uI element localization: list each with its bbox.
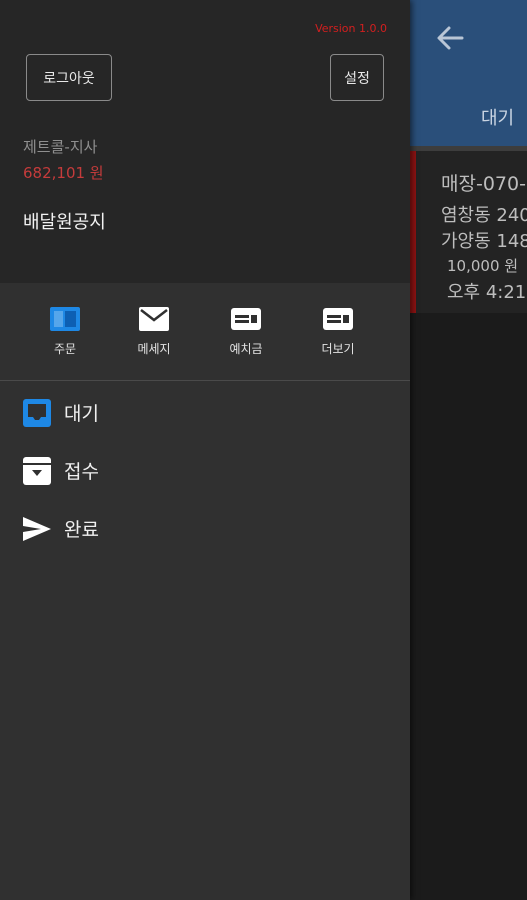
menu-item-label: 완료 [64, 519, 99, 541]
quick-action-label: 주문 [53, 342, 77, 356]
quick-action-order[interactable]: 주문 [20, 283, 110, 380]
inbox-icon [23, 399, 51, 427]
quick-action-more[interactable]: 더보기 [293, 283, 383, 380]
order-title: 매장-070- [441, 173, 526, 195]
back-arrow-icon[interactable] [432, 20, 468, 56]
archive-icon [23, 457, 51, 485]
version-label: Version 1.0.0 [315, 22, 387, 35]
branch-name: 제트콜-지사 [23, 138, 98, 156]
envelope-icon [139, 307, 169, 331]
order-pickup-address: 염창동 240 [441, 205, 527, 226]
menu-item-waiting[interactable]: 대기 [0, 386, 410, 438]
drawer-header: Version 1.0.0 로그아웃 설정 제트콜-지사 682,101 원 배… [0, 0, 410, 283]
balance-amount: 682,101 원 [23, 164, 104, 182]
card-icon [323, 308, 353, 330]
courier-notice-link[interactable]: 배달원공지 [23, 208, 106, 234]
order-icon [50, 307, 80, 331]
menu-item-label: 접수 [64, 461, 99, 483]
card-icon [231, 308, 261, 330]
quick-action-label: 메세지 [137, 342, 171, 356]
quick-action-message[interactable]: 메세지 [109, 283, 199, 380]
menu-item-completed[interactable]: 완료 [0, 502, 410, 554]
quick-actions: 주문 메세지 예치금 더보기 [0, 283, 410, 380]
app-screen: 대기 매장-070- 염창동 240 가양동 148 10,000 원 오후 4… [0, 0, 527, 900]
menu-item-accepted[interactable]: 접수 [0, 444, 410, 496]
order-delivery-address: 가양동 148 [441, 231, 527, 252]
menu-item-label: 대기 [64, 403, 99, 425]
logout-button[interactable]: 로그아웃 [26, 54, 112, 101]
settings-button[interactable]: 설정 [330, 54, 384, 101]
tab-waiting[interactable]: 대기 [481, 104, 514, 130]
order-price: 10,000 원 [447, 257, 519, 275]
quick-action-label: 더보기 [321, 342, 355, 356]
quick-action-deposit[interactable]: 예치금 [201, 283, 291, 380]
quick-action-label: 예치금 [229, 342, 263, 356]
order-card[interactable]: 매장-070- 염창동 240 가양동 148 10,000 원 오후 4:21 [410, 151, 527, 313]
navigation-drawer: Version 1.0.0 로그아웃 설정 제트콜-지사 682,101 원 배… [0, 0, 410, 900]
drawer-divider [0, 380, 410, 381]
send-icon [23, 517, 51, 541]
order-time: 오후 4:21 [447, 282, 527, 303]
